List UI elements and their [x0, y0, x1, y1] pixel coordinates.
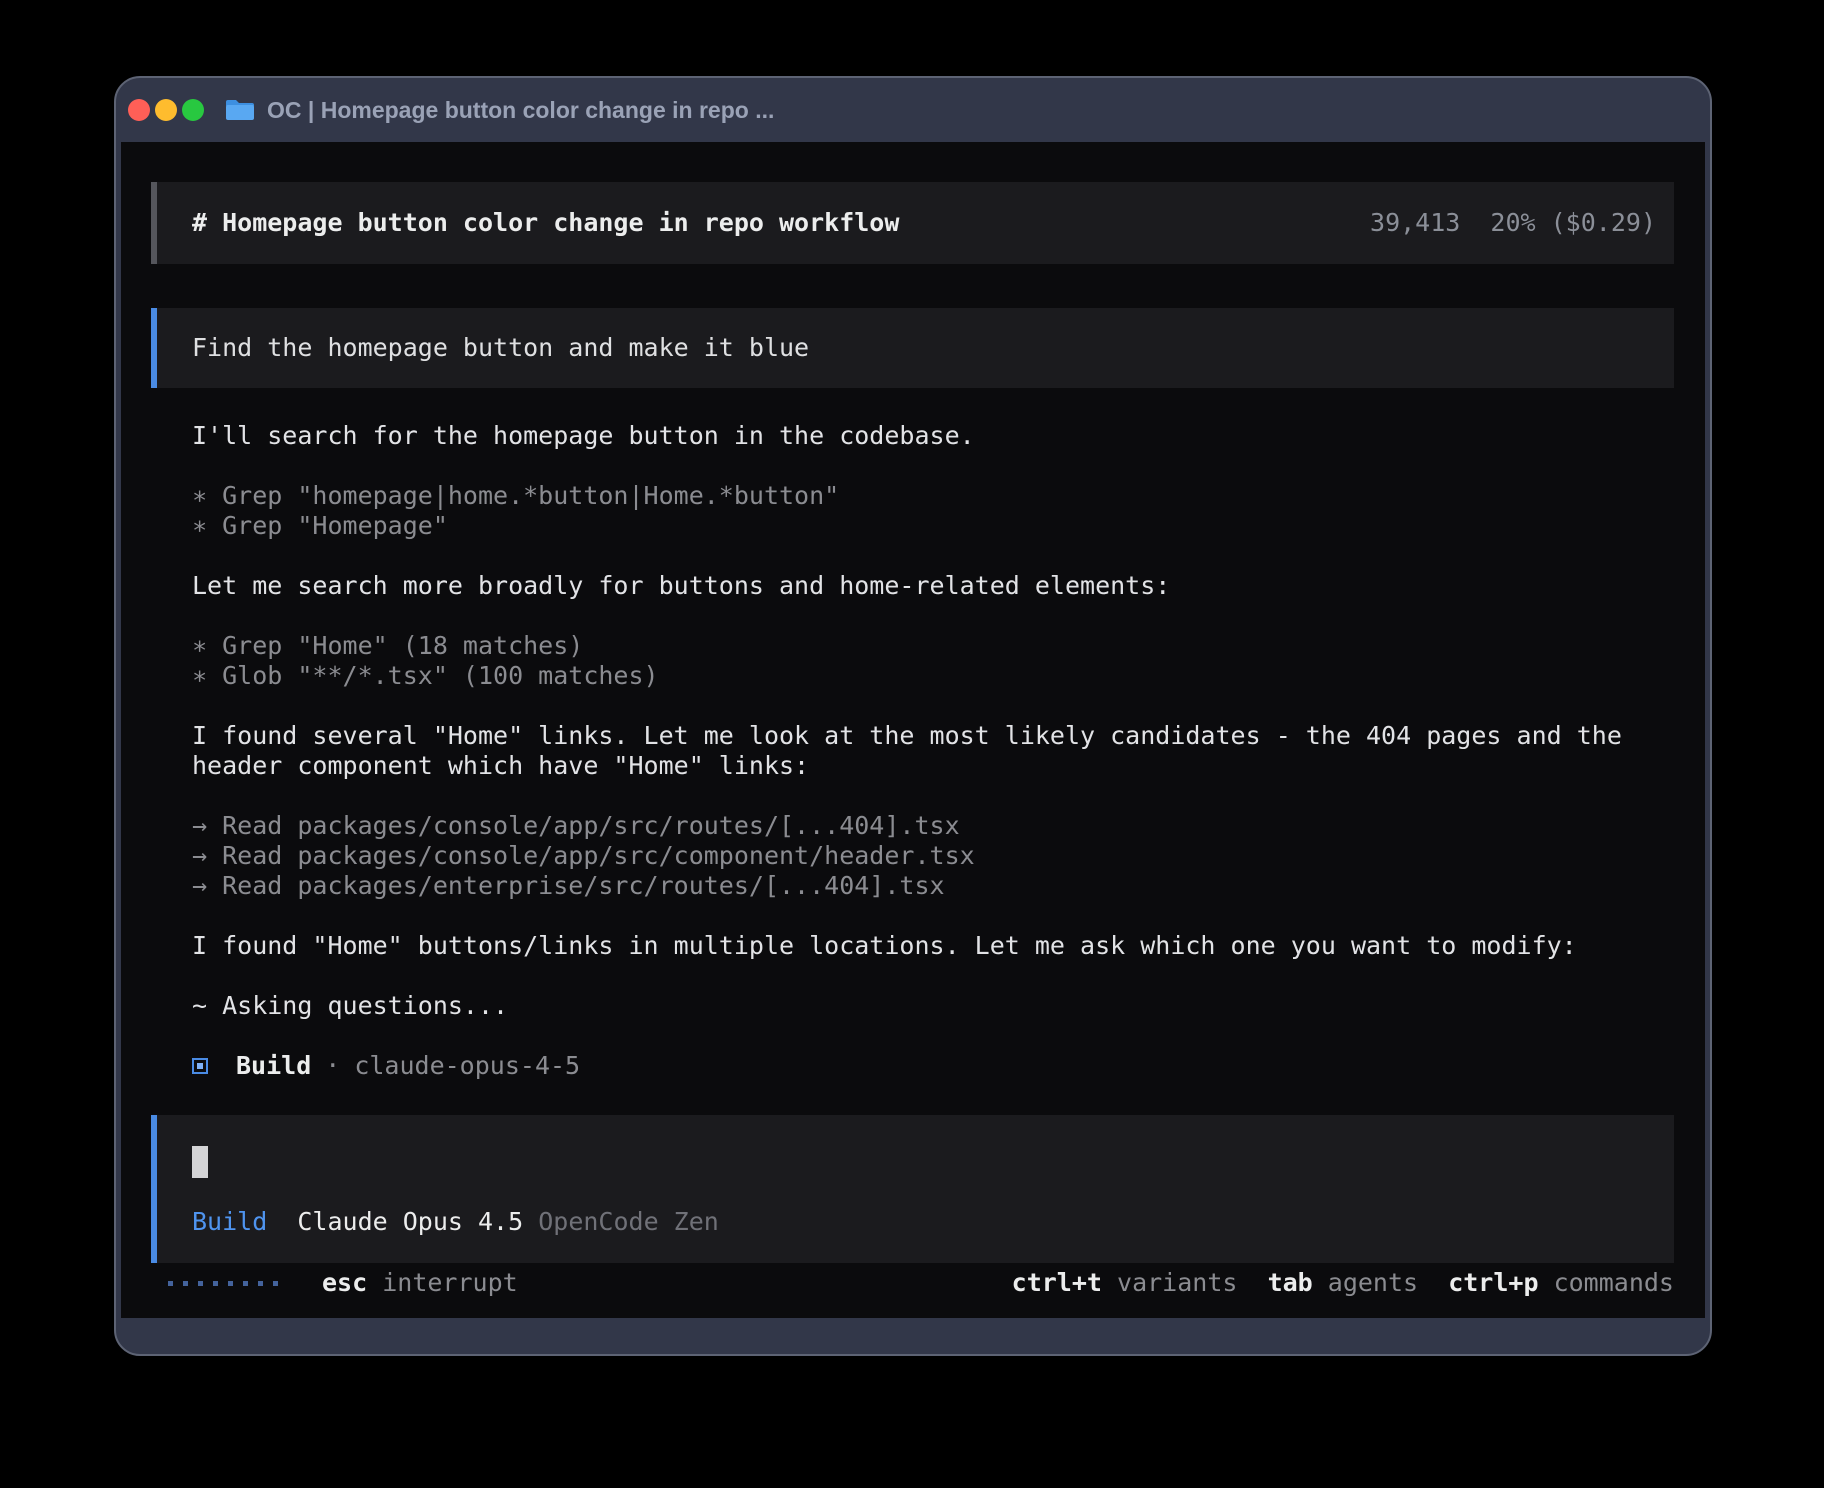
- esc-key-hint: esc: [322, 1268, 367, 1298]
- tool-call-read: → Read packages/console/app/src/routes/[…: [192, 811, 1674, 841]
- session-title: # Homepage button color change in repo w…: [192, 208, 899, 238]
- spinner-dot: [258, 1281, 263, 1286]
- build-agent-icon: [192, 1058, 208, 1074]
- text-cursor[interactable]: [192, 1146, 208, 1178]
- shortcut-key-variants: ctrl+t: [1012, 1268, 1102, 1297]
- agent-name: Build: [236, 1051, 311, 1081]
- spinner-dot: [198, 1281, 203, 1286]
- tool-call-glob: ∗ Glob "**/*.tsx" (100 matches): [192, 661, 1674, 691]
- assistant-text: I found several "Home" links. Let me loo…: [192, 721, 1674, 751]
- session-stats: 39,413 20% ($0.29): [1370, 208, 1656, 238]
- tool-call-grep: ∗ Grep "Home" (18 matches): [192, 631, 1674, 661]
- window-title: OC | Homepage button color change in rep…: [267, 97, 774, 124]
- assistant-text: header component which have "Home" links…: [192, 751, 1674, 781]
- shortcut-key-agents: tab: [1268, 1268, 1313, 1297]
- assistant-text: I'll search for the homepage button in t…: [192, 421, 1674, 451]
- spinner-dot: [243, 1281, 248, 1286]
- spinner-dot: [183, 1281, 188, 1286]
- spinner-dot: [213, 1281, 218, 1286]
- user-message-block: Find the homepage button and make it blu…: [151, 308, 1674, 388]
- status-right: ctrl+t variants tab agents ctrl+p comman…: [1012, 1268, 1674, 1298]
- esc-key-label: interrupt: [382, 1268, 517, 1298]
- terminal-window: OC | Homepage button color change in rep…: [114, 76, 1712, 1356]
- desktop: { "window": { "title": "OC | Homepage bu…: [0, 0, 1824, 1488]
- session-header: # Homepage button color change in repo w…: [151, 182, 1674, 264]
- zoom-button[interactable]: [182, 99, 204, 121]
- spinner-dot: [273, 1281, 278, 1286]
- agent-model: claude-opus-4-5: [354, 1051, 580, 1081]
- prompt-input[interactable]: Build Claude Opus 4.5 OpenCode Zen: [151, 1115, 1674, 1263]
- folder-icon: [225, 98, 255, 122]
- status-left: esc interrupt: [151, 1268, 518, 1298]
- assistant-text: Let me search more broadly for buttons a…: [192, 571, 1674, 601]
- input-mode[interactable]: Build: [192, 1207, 267, 1236]
- input-provider: OpenCode Zen: [538, 1207, 719, 1236]
- tool-call-read: → Read packages/enterprise/src/routes/[.…: [192, 871, 1674, 901]
- close-button[interactable]: [128, 99, 150, 121]
- status-bar: esc interrupt ctrl+t variants tab agents…: [151, 1268, 1674, 1298]
- assistant-text: I found "Home" buttons/links in multiple…: [192, 931, 1674, 961]
- input-footer: Build Claude Opus 4.5 OpenCode Zen: [192, 1207, 719, 1237]
- tool-call-grep: ∗ Grep "Homepage": [192, 511, 1674, 541]
- terminal-content: # Homepage button color change in repo w…: [121, 142, 1705, 1318]
- shortcut-label-variants: variants: [1117, 1268, 1237, 1297]
- title-bar[interactable]: OC | Homepage button color change in rep…: [116, 78, 1710, 142]
- spinner-dot: [168, 1281, 173, 1286]
- shortcut-label-commands: commands: [1554, 1268, 1674, 1297]
- assistant-status-text: ~ Asking questions...: [192, 991, 1674, 1021]
- tool-call-grep: ∗ Grep "homepage|home.*button|Home.*butt…: [192, 481, 1674, 511]
- assistant-transcript: I'll search for the homepage button in t…: [192, 421, 1674, 1081]
- working-spinner-dots: [168, 1281, 288, 1286]
- user-message-text: Find the homepage button and make it blu…: [192, 333, 809, 363]
- tool-call-read: → Read packages/console/app/src/componen…: [192, 841, 1674, 871]
- shortcut-label-agents: agents: [1328, 1268, 1418, 1297]
- minimize-button[interactable]: [155, 99, 177, 121]
- shortcut-key-commands: ctrl+p: [1448, 1268, 1538, 1297]
- spinner-dot: [228, 1281, 233, 1286]
- agent-status-line: Build · claude-opus-4-5: [192, 1051, 1674, 1081]
- window-bottom-chrome: [116, 1318, 1710, 1354]
- input-model[interactable]: Claude Opus 4.5: [297, 1207, 523, 1236]
- agent-separator: ·: [325, 1051, 340, 1081]
